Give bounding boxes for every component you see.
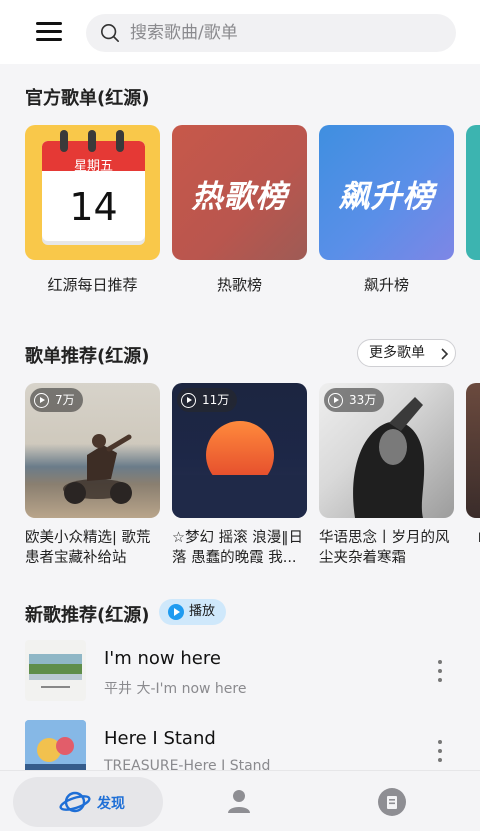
chevron-right-icon bbox=[441, 348, 449, 360]
rising-songs-cover-text: 飙升榜 bbox=[338, 179, 435, 215]
playlist-cover: 11万 bbox=[172, 383, 307, 518]
search-placeholder: 搜索歌曲/歌单 bbox=[130, 23, 238, 43]
play-count-badge: 7万 bbox=[30, 388, 83, 412]
hot-songs-cover-text: 热歌榜 bbox=[191, 179, 288, 215]
song-title: I'm now here bbox=[104, 648, 221, 669]
song-row[interactable]: I'm now here 平井 大-I'm now here bbox=[0, 640, 480, 712]
user-icon[interactable] bbox=[226, 788, 252, 814]
hot-songs-card[interactable]: 热歌榜 热歌榜 bbox=[172, 125, 307, 295]
next-playlist-card-peek[interactable] bbox=[466, 383, 480, 518]
play-icon bbox=[181, 392, 196, 408]
play-count: 11万 bbox=[202, 393, 230, 407]
playlist-card[interactable]: 11万 ☆梦幻 摇滚 浪漫‖日落 愚蠢的晚霞 我... bbox=[172, 383, 307, 568]
official-section-title: 官方歌单(红源) bbox=[25, 88, 150, 109]
hot-songs-cover: 热歌榜 bbox=[172, 125, 307, 260]
play-count-badge: 11万 bbox=[177, 388, 238, 412]
playlist-cover: 33万 bbox=[319, 383, 454, 518]
playlist-cover: 7万 bbox=[25, 383, 160, 518]
play-icon bbox=[34, 392, 49, 408]
calendar-weekday: 星期五 bbox=[73, 159, 113, 174]
play-count: 33万 bbox=[349, 393, 377, 407]
song-cover bbox=[25, 640, 86, 701]
more-options-icon[interactable] bbox=[432, 738, 448, 764]
play-count: 7万 bbox=[55, 393, 75, 407]
calendar-day: 14 bbox=[69, 185, 118, 229]
play-count-badge: 33万 bbox=[324, 388, 385, 412]
playlist-card[interactable]: 7万 欧美小众精选| 歌荒患者宝藏补给站 bbox=[25, 383, 160, 568]
rising-songs-cover: 飙升榜 bbox=[319, 125, 454, 260]
playlist-label: 欧美小众精选| 歌荒患者宝藏补给站 bbox=[25, 530, 151, 566]
more-options-icon[interactable] bbox=[432, 658, 448, 684]
rising-songs-label: 飙升榜 bbox=[363, 276, 409, 294]
bottom-nav: 发现 bbox=[0, 770, 480, 831]
more-playlists-label: 更多歌单 bbox=[369, 345, 425, 361]
playlist-label: ☆梦幻 摇滚 浪漫‖日落 愚蠢的晚霞 我... bbox=[172, 530, 303, 566]
playlist-card[interactable]: 33万 华语思念丨岁月的风尘夹杂着寒霜 bbox=[319, 383, 454, 568]
search-icon bbox=[101, 24, 119, 42]
rising-songs-card[interactable]: 飙升榜 飙升榜 bbox=[319, 125, 454, 295]
next-official-card-peek[interactable] bbox=[466, 125, 480, 260]
playlist-icon[interactable] bbox=[377, 787, 407, 817]
next-playlist-label-peek: 「 bbox=[470, 530, 480, 550]
song-title: Here I Stand bbox=[104, 728, 216, 749]
play-all-label: 播放 bbox=[189, 604, 216, 619]
new-songs-section-title: 新歌推荐(红源) bbox=[25, 605, 150, 626]
play-icon bbox=[328, 392, 343, 408]
play-icon bbox=[168, 604, 184, 620]
tab-discover[interactable]: 发现 bbox=[13, 777, 163, 827]
menu-icon[interactable] bbox=[36, 22, 62, 42]
daily-recommend-label: 红源每日推荐 bbox=[47, 276, 138, 294]
song-artist: 平井 大-I'm now here bbox=[104, 681, 247, 697]
search-input[interactable]: 搜索歌曲/歌单 bbox=[86, 14, 456, 52]
planet-icon bbox=[59, 791, 91, 813]
recommend-section-title: 歌单推荐(红源) bbox=[25, 346, 150, 367]
hot-songs-label: 热歌榜 bbox=[216, 276, 262, 294]
album-art-image bbox=[29, 654, 82, 688]
more-playlists-button[interactable]: 更多歌单 bbox=[357, 339, 456, 367]
playlist-label: 华语思念丨岁月的风尘夹杂着寒霜 bbox=[319, 530, 450, 566]
play-all-button[interactable]: 播放 bbox=[159, 599, 226, 625]
daily-recommend-card[interactable]: 星期五 14 红源每日推荐 bbox=[25, 125, 160, 295]
top-bar: 搜索歌曲/歌单 bbox=[0, 0, 480, 64]
tab-discover-label: 发现 bbox=[97, 796, 125, 812]
daily-recommend-cover: 星期五 14 bbox=[25, 125, 160, 260]
